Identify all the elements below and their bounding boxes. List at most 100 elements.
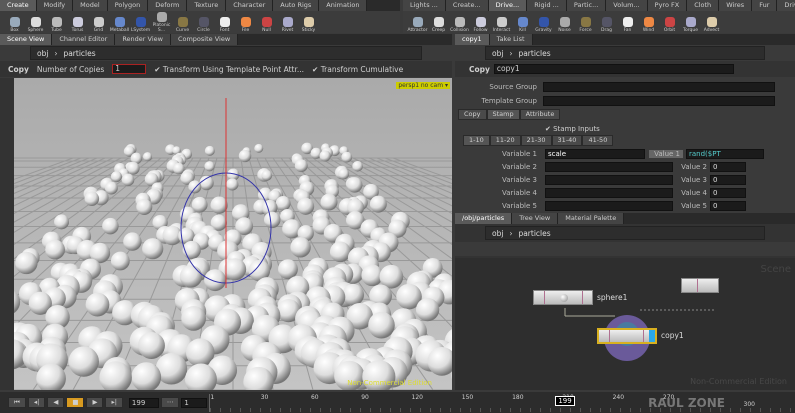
tab-render-view[interactable]: Render View	[115, 34, 171, 45]
tool-follow[interactable]: Follow	[470, 17, 491, 33]
tool-orbit[interactable]: Orbit	[659, 17, 680, 33]
stamp-inputs-checkbox[interactable]: ✔ Stamp Inputs	[545, 125, 600, 133]
play-reverse-button[interactable]: ◀	[47, 397, 65, 408]
stop-button[interactable]: ■	[66, 397, 85, 408]
scene-path-bar[interactable]: obj › particles	[30, 46, 422, 60]
tab-cloth[interactable]: Cloth	[687, 0, 720, 11]
tab-drive-[interactable]: Drive ...	[777, 0, 795, 11]
jump-end-button[interactable]: ▸|	[105, 397, 123, 408]
tab-texture[interactable]: Texture	[187, 0, 227, 11]
tool-gravity[interactable]: Gravity	[533, 17, 554, 33]
transform-cumulative-checkbox[interactable]: ✔ Transform Cumulative	[312, 65, 403, 74]
jump-start-button[interactable]: ⏮	[8, 397, 26, 408]
tool-torque[interactable]: Torque	[680, 17, 701, 33]
copy1-node[interactable]	[597, 328, 657, 344]
tab-animation[interactable]: Animation	[319, 0, 368, 11]
current-frame-marker[interactable]: 199	[555, 395, 575, 406]
tab-fur[interactable]: Fur	[752, 0, 778, 11]
tab-drive-[interactable]: Drive...	[488, 0, 528, 11]
variable-input[interactable]	[545, 187, 673, 198]
tab-character[interactable]: Character	[226, 0, 274, 11]
value-input[interactable]: 0	[710, 200, 746, 211]
tool-torus[interactable]: Torus	[67, 17, 88, 33]
tab-lights-[interactable]: Lights ...	[403, 0, 446, 11]
tool-grid[interactable]: Grid	[88, 17, 109, 33]
tool-curve[interactable]: Curve	[172, 17, 193, 33]
tool-wind[interactable]: Wind	[638, 17, 659, 33]
op-name-input[interactable]: copy1	[493, 64, 734, 74]
variable-input[interactable]	[545, 174, 673, 185]
cam-menu[interactable]: no cam ▾	[418, 82, 450, 89]
particles-crumb[interactable]: particles	[63, 49, 95, 58]
range-tab-1-10[interactable]: 1-10	[463, 135, 490, 146]
tool-tube[interactable]: Tube	[46, 17, 67, 33]
network-canvas[interactable]: Scene sphere1 copy1 Non-Commercial Editi…	[455, 258, 795, 390]
subtab-copy[interactable]: Copy	[458, 109, 487, 120]
variable-input[interactable]	[545, 161, 673, 172]
tab-wires[interactable]: Wires	[719, 0, 753, 11]
tab-composite-view[interactable]: Composite View	[170, 34, 239, 45]
network-path-bar[interactable]: obj › particles	[485, 226, 765, 240]
tool-collision[interactable]: Collision	[449, 17, 470, 33]
tab-take-list[interactable]: Take List	[489, 34, 533, 45]
timeline-ruler[interactable]: 1306090120150180210240270199300RAUL ZONE	[209, 393, 795, 412]
value-input[interactable]: 0	[710, 187, 746, 198]
frame-options-button[interactable]: ⋯	[160, 397, 180, 408]
tab-modify[interactable]: Modify	[36, 0, 74, 11]
tab-pyro-fx[interactable]: Pyro FX	[647, 0, 688, 11]
variable-input[interactable]	[545, 200, 673, 211]
sphere1-node[interactable]	[533, 290, 593, 305]
play-button[interactable]: ▶	[86, 397, 104, 408]
range-tab-41-50[interactable]: 41-50	[582, 135, 614, 146]
tool-kill[interactable]: Kill	[512, 17, 533, 33]
transform-template-checkbox[interactable]: ✔ Transform Using Template Point Attr...	[154, 65, 304, 74]
tab-channel-editor[interactable]: Channel Editor	[52, 34, 116, 45]
tab-create[interactable]: Create	[0, 0, 37, 11]
tab-create-[interactable]: Create...	[445, 0, 489, 11]
template-group-input[interactable]	[543, 95, 775, 106]
tool-rivet[interactable]: Rivet	[277, 17, 298, 33]
value-input[interactable]: 0	[710, 174, 746, 185]
tool-font[interactable]: Font	[214, 17, 235, 33]
particles-crumb[interactable]: particles	[518, 229, 550, 238]
tool-circle[interactable]: Circle	[193, 17, 214, 33]
network-toolbar[interactable]	[455, 242, 795, 256]
obj-crumb[interactable]: obj	[37, 49, 48, 58]
tab-partic-[interactable]: Partic...	[566, 0, 607, 11]
tab-copy1[interactable]: copy1	[455, 34, 490, 45]
subtab-stamp[interactable]: Stamp	[486, 109, 520, 120]
tool-fan[interactable]: Fan	[617, 17, 638, 33]
tab-tree-view[interactable]: Tree View	[512, 213, 559, 224]
variable-input[interactable]: scale	[545, 148, 645, 159]
step-back-button[interactable]: ◂|	[27, 397, 46, 408]
tool-lsystem[interactable]: LSystem	[130, 17, 151, 33]
tool-interact[interactable]: Interact	[491, 17, 512, 33]
display-flag[interactable]	[649, 330, 655, 342]
tool-creep[interactable]: Creep	[428, 17, 449, 33]
range-tab-21-30[interactable]: 21-30	[520, 135, 552, 146]
tool-sphere[interactable]: Sphere	[25, 17, 46, 33]
tab-model[interactable]: Model	[73, 0, 108, 11]
tab-material-palette[interactable]: Material Palette	[558, 213, 625, 224]
obj-crumb[interactable]: obj	[492, 49, 503, 58]
current-frame-input[interactable]: 199	[128, 397, 159, 408]
tab-polygon[interactable]: Polygon	[107, 0, 149, 11]
tool-force[interactable]: Force	[575, 17, 596, 33]
tool-sticky[interactable]: Sticky	[298, 17, 319, 33]
obj-crumb[interactable]: obj	[492, 229, 503, 238]
tool-metaball[interactable]: Metaball	[109, 17, 130, 33]
tab-rigid-[interactable]: Rigid ...	[527, 0, 567, 11]
range-tab-31-40[interactable]: 31-40	[551, 135, 583, 146]
value-input[interactable]: rand($PT	[686, 148, 764, 159]
tool-box[interactable]: Box	[4, 17, 25, 33]
tool-attractor[interactable]: Attractor	[407, 17, 428, 33]
tool-drag[interactable]: Drag	[596, 17, 617, 33]
tab-deform[interactable]: Deform	[148, 0, 188, 11]
tool-null[interactable]: Null	[256, 17, 277, 33]
tool-file[interactable]: File	[235, 17, 256, 33]
tab-auto-rigs[interactable]: Auto Rigs	[273, 0, 320, 11]
tool-noise[interactable]: Noise	[554, 17, 575, 33]
dop-node[interactable]	[681, 278, 719, 293]
start-frame-input[interactable]: 1	[181, 397, 208, 408]
num-copies-input[interactable]: 1	[112, 64, 147, 74]
